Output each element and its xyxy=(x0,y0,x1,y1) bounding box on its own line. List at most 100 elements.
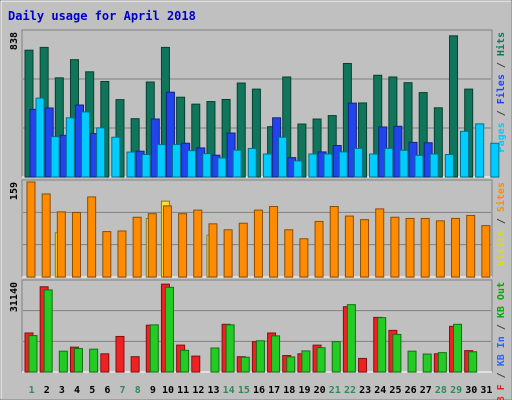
bar-sites-day-16 xyxy=(253,209,263,278)
usage-chart: Daily usage for April 2018 838 Pages / Fi… xyxy=(0,0,512,400)
x-tick-label: 1 xyxy=(29,385,35,396)
bar-pages-day-16 xyxy=(262,153,272,178)
legend-label-bot: KB F / KB In / KB Out xyxy=(496,282,507,400)
bar-sites-day-25 xyxy=(390,216,400,278)
bar-kb-out-day-18 xyxy=(286,356,296,373)
bar-kb-out-day-28 xyxy=(437,352,447,373)
bar-pages-day-1 xyxy=(35,97,45,178)
x-tick-label: 7 xyxy=(120,385,126,396)
x-tick-label: 31 xyxy=(480,385,492,396)
bar-sites-day-1 xyxy=(26,181,36,278)
bar-sites-day-4 xyxy=(71,211,81,278)
bar-sites-day-8 xyxy=(132,216,142,278)
bar-pages-day-18 xyxy=(293,160,303,178)
x-tick-label: 8 xyxy=(135,385,141,396)
x-tick-label: 5 xyxy=(89,385,95,396)
bar-sites-day-26 xyxy=(405,217,415,278)
x-tick-label: 29 xyxy=(450,385,462,396)
bar-pages-day-11 xyxy=(187,150,197,178)
bar-sites-day-21 xyxy=(329,206,339,278)
bar-kb-out-day-19 xyxy=(301,350,311,373)
bar-sites-day-23 xyxy=(360,219,370,278)
bar-pages-day-3 xyxy=(65,117,75,178)
bar-sites-day-31 xyxy=(481,225,491,278)
bar-sites-day-22 xyxy=(344,215,354,278)
bar-kb-out-day-15 xyxy=(240,356,250,373)
bar-kb-f-day-8 xyxy=(130,356,140,373)
bar-kb-out-day-26 xyxy=(407,350,417,373)
x-tick-label: 21 xyxy=(329,385,341,396)
bar-kb-f-day-23 xyxy=(358,357,368,373)
bar-sites-day-24 xyxy=(375,208,385,278)
bar-kb-out-day-11 xyxy=(180,349,190,373)
bar-sites-day-6 xyxy=(102,231,112,278)
bar-kb-out-day-29 xyxy=(453,323,463,373)
bar-pages-day-8 xyxy=(141,154,151,178)
x-tick-label: 15 xyxy=(238,385,250,396)
x-tick-label: 17 xyxy=(268,385,280,396)
bar-pages-day-15 xyxy=(247,147,257,178)
bar-kb-out-day-5 xyxy=(89,348,99,373)
x-tick-label: 25 xyxy=(389,385,401,396)
bar-pages-day-21 xyxy=(338,151,348,178)
x-tick-label: 10 xyxy=(162,385,174,396)
bar-pages-day-17 xyxy=(278,136,288,178)
bar-sites-day-27 xyxy=(420,217,430,278)
bar-pages-day-23 xyxy=(369,153,379,178)
bar-pages-day-24 xyxy=(384,147,394,178)
bar-kb-out-day-21 xyxy=(331,341,341,373)
x-tick-label: 12 xyxy=(192,385,204,396)
bar-kb-out-day-30 xyxy=(468,351,478,373)
x-tick-label: 9 xyxy=(150,385,156,396)
x-tick-label: 23 xyxy=(359,385,371,396)
bar-pages-day-5 xyxy=(96,127,106,178)
bar-sites-day-30 xyxy=(466,214,476,278)
bar-pages-day-28 xyxy=(444,154,454,178)
bar-pages-day-27 xyxy=(429,153,439,178)
bar-sites-day-3 xyxy=(56,211,66,278)
bar-pages-day-22 xyxy=(353,147,363,178)
bar-kb-out-day-22 xyxy=(346,304,356,373)
bar-pages-day-6 xyxy=(111,136,121,178)
bar-pages-day-25 xyxy=(399,149,409,178)
bar-kb-f-day-7 xyxy=(115,335,125,373)
bar-kb-out-day-17 xyxy=(271,335,281,373)
bar-sites-day-7 xyxy=(117,230,127,278)
bar-sites-day-28 xyxy=(435,220,445,278)
panel-visits-sites: 159 Visits / Sites xyxy=(9,179,507,278)
bar-kb-out-day-10 xyxy=(164,286,174,373)
bar-kb-f-day-6 xyxy=(100,353,110,373)
bar-pages-day-4 xyxy=(80,111,90,178)
bar-pages-day-14 xyxy=(232,149,242,178)
bar-pages-day-13 xyxy=(217,157,227,178)
bar-sites-day-15 xyxy=(238,222,248,278)
bar-pages-day-29 xyxy=(460,130,470,178)
bar-kb-out-day-1 xyxy=(28,335,38,373)
x-tick-label: 18 xyxy=(283,385,295,396)
x-tick-label: 22 xyxy=(344,385,356,396)
bar-sites-day-9 xyxy=(147,213,157,278)
bar-kb-out-day-14 xyxy=(225,324,235,373)
x-tick-label: 20 xyxy=(314,385,326,396)
x-tick-label: 13 xyxy=(207,385,219,396)
bar-kb-out-day-2 xyxy=(43,289,53,373)
bar-pages-day-20 xyxy=(323,153,333,178)
bar-kb-f-day-12 xyxy=(191,355,201,373)
x-tick-label: 28 xyxy=(435,385,447,396)
bar-sites-day-11 xyxy=(178,213,188,278)
panel-pages-files-hits: 838 Pages / Files / Hits xyxy=(9,29,507,178)
bar-pages-day-9 xyxy=(156,144,166,178)
chart-title: Daily usage for April 2018 xyxy=(8,9,196,23)
bar-sites-day-17 xyxy=(269,206,279,278)
x-tick-label: 19 xyxy=(298,385,310,396)
bar-sites-day-2 xyxy=(41,193,51,278)
x-tick-label: 11 xyxy=(177,385,189,396)
bar-sites-day-12 xyxy=(193,209,203,278)
bar-pages-day-26 xyxy=(414,154,424,178)
legend-label-top: Pages / Files / Hits xyxy=(495,32,507,152)
x-tick-label: 30 xyxy=(465,385,477,396)
x-tick-label: 2 xyxy=(44,385,50,396)
x-tick-label: 26 xyxy=(405,385,417,396)
bar-pages-day-31 xyxy=(490,142,500,178)
bar-kb-out-day-9 xyxy=(149,324,159,373)
